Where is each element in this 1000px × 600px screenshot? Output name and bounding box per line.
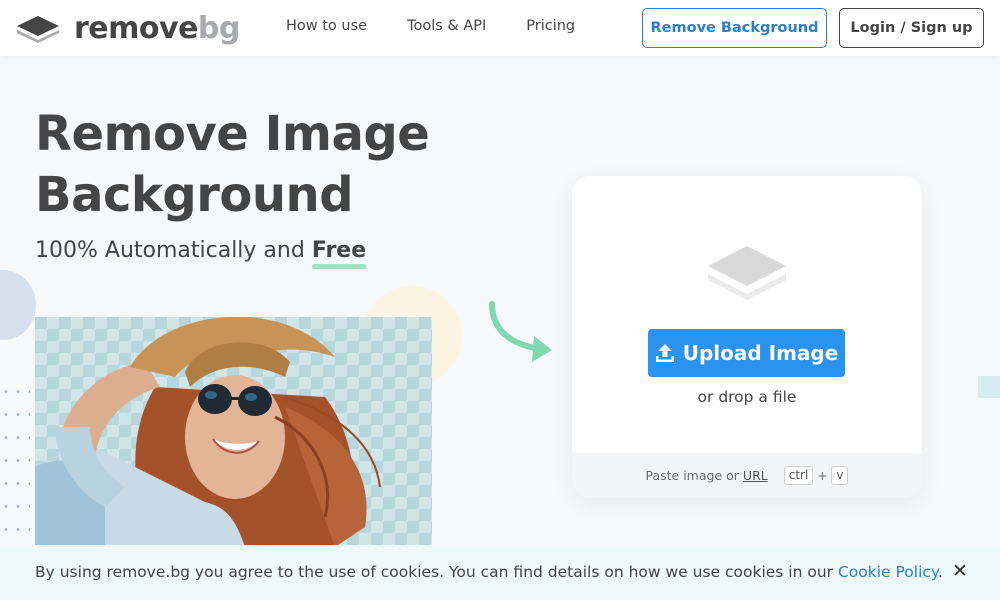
shortcut-key-v: v	[831, 466, 849, 485]
hero-subtitle: 100% Automatically and Free	[35, 238, 367, 269]
shortcut-key-ctrl: ctrl	[783, 466, 814, 485]
cookie-banner: By using remove.bg you agree to the use …	[0, 545, 1000, 600]
upload-card[interactable]: Upload Image or drop a file Paste image …	[572, 176, 922, 498]
decorative-circle-left	[0, 270, 36, 340]
paste-hint-text: Paste image or	[645, 468, 739, 483]
logo[interactable]: removebg	[16, 12, 240, 46]
logo-text: removebg	[74, 11, 240, 46]
hero-title-line1: Remove Image	[35, 106, 430, 162]
upload-icon	[655, 344, 674, 362]
layers-icon	[708, 246, 786, 300]
nav-how-to-use[interactable]: How to use	[286, 18, 367, 34]
decorative-shape-right	[978, 376, 1000, 398]
logo-icon	[17, 16, 59, 43]
hero-title: Remove Image Background	[35, 104, 430, 226]
cookie-message: By using remove.bg you agree to the use …	[35, 563, 838, 581]
upload-image-button[interactable]: Upload Image	[648, 329, 845, 377]
hero-subtitle-free: Free	[311, 238, 367, 269]
close-icon[interactable]: ✕	[950, 560, 970, 582]
decorative-dots	[0, 380, 30, 540]
hero-title-line2: Background	[35, 167, 354, 223]
cookie-policy-link[interactable]: Cookie Policy	[838, 563, 938, 581]
nav-pricing[interactable]: Pricing	[526, 18, 575, 34]
example-photo	[35, 317, 432, 547]
cookie-text: By using remove.bg you agree to the use …	[35, 563, 943, 581]
top-navbar: removebg How to use Tools & API Pricing …	[0, 0, 1000, 56]
login-signup-button[interactable]: Login / Sign up	[839, 8, 984, 48]
shortcut-plus: +	[817, 468, 828, 483]
woman-with-hat-illustration	[35, 317, 381, 547]
hero-subtitle-text: 100% Automatically and	[35, 238, 312, 263]
curved-arrow-icon	[489, 301, 552, 362]
main-nav: How to use Tools & API Pricing	[286, 18, 575, 34]
cookie-suffix: .	[937, 563, 943, 581]
nav-tools-api[interactable]: Tools & API	[407, 18, 486, 34]
paste-url-link[interactable]: URL	[743, 468, 768, 483]
paste-hint-bar: Paste image or URL ctrl + v	[572, 453, 922, 498]
remove-background-button[interactable]: Remove Background	[642, 8, 827, 48]
upload-image-label: Upload Image	[682, 341, 839, 365]
drop-file-text: or drop a file	[697, 388, 797, 406]
